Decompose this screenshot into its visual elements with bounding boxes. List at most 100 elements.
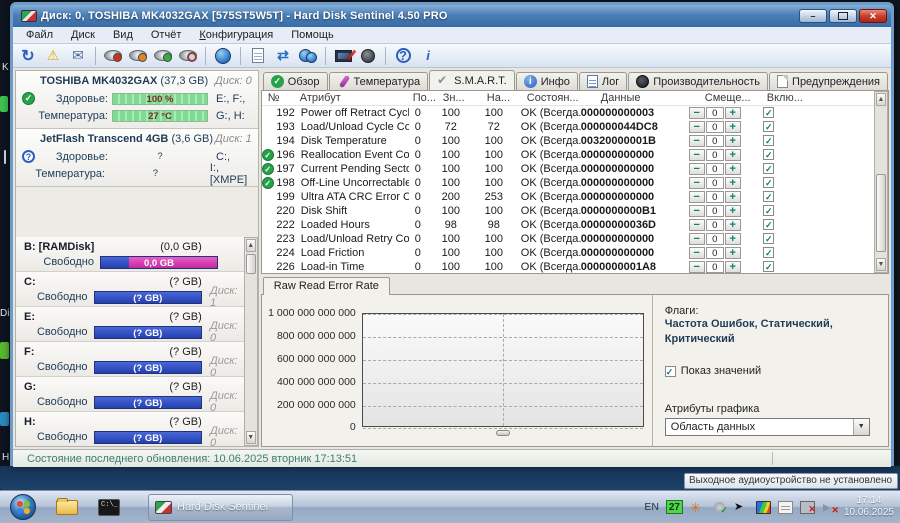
chevron-down-icon[interactable]: ▼ (852, 419, 869, 435)
info-icon[interactable]: i (417, 46, 439, 66)
menu-item-6[interactable]: Помощь (282, 28, 343, 42)
minus-button[interactable]: − (688, 107, 705, 119)
plus-button[interactable]: + (724, 233, 741, 245)
attribute-chart-tab[interactable]: Raw Read Error Rate (262, 277, 390, 296)
chart-slider-handle[interactable] (495, 430, 510, 437)
language-indicator[interactable]: EN (644, 501, 659, 513)
sync-icon[interactable]: ⇄ (272, 46, 294, 66)
disk-search-icon[interactable] (177, 46, 199, 66)
tab-performance[interactable]: Производительность (628, 72, 769, 90)
start-button[interactable] (10, 494, 36, 520)
globe-icon[interactable] (212, 46, 234, 66)
table-row[interactable]: ✓197Current Pending Sector...0100100OK (… (261, 162, 888, 176)
minus-button[interactable]: − (688, 135, 705, 147)
tab-thermometer[interactable]: Температура (328, 72, 429, 90)
smart-table-scrollbar[interactable]: ▲ ▼ (874, 91, 888, 274)
table-row[interactable]: 192 Power off Retract Cycle ... 0 100 100 OK … (262, 106, 888, 120)
graph-attributes-dropdown[interactable]: Область данных ▼ (664, 418, 870, 436)
table-row[interactable]: 226Load-in Time0100100OK (Всегда...00000… (262, 260, 888, 273)
volume-item[interactable]: G: (? GB) Свободно (? GB) Диск: 0 (16, 377, 244, 414)
pointer-tray-icon[interactable]: ➤ (734, 501, 749, 514)
minus-button[interactable]: − (688, 233, 705, 245)
tab-log[interactable]: Лог (578, 72, 628, 90)
enabled-checkbox[interactable]: ✓ (763, 177, 775, 188)
column-header[interactable]: Зн... (443, 92, 487, 104)
volume-list-scrollbar[interactable]: ▲ ▼ (243, 237, 258, 446)
window-titlebar[interactable]: Диск: 0, TOSHIBA MK4032GAX [575ST5W5T] -… (13, 5, 891, 27)
volume-item[interactable]: F: (? GB) Свободно (? GB) Диск: 0 (16, 342, 244, 379)
plus-button[interactable]: + (724, 149, 741, 161)
menu-item-4[interactable]: Отчёт (142, 28, 190, 42)
antivirus-tray-icon[interactable]: ✳ (690, 501, 705, 514)
menu-item-2[interactable]: Диск (62, 28, 104, 42)
network-disconnected-tray-icon[interactable] (799, 500, 816, 515)
enabled-checkbox[interactable]: ✓ (763, 233, 775, 244)
command-prompt-taskbar-button[interactable]: C:\_ (92, 494, 126, 520)
minus-button[interactable]: − (688, 191, 705, 203)
tab-info[interactable]: Инфо (515, 72, 578, 90)
scroll-down-icon[interactable]: ▼ (876, 258, 886, 272)
column-header[interactable]: Данные (601, 92, 705, 104)
column-header[interactable]: Состоян... (527, 92, 601, 104)
plus-button[interactable]: + (724, 121, 741, 133)
minus-button[interactable]: − (688, 247, 705, 259)
enabled-checkbox[interactable]: ✓ (763, 191, 775, 202)
audio-muted-tray-icon[interactable] (822, 501, 839, 516)
disk-summary[interactable]: Диск: 1 JetFlash Transcend 4GB (3,6 GB)? З… (16, 129, 258, 187)
maximize-button[interactable] (829, 9, 857, 23)
table-row[interactable]: 194Disk Temperature0100100OK (Всегда...0… (262, 134, 888, 148)
clock[interactable]: 17:14 10.06.2025 (844, 495, 894, 520)
column-header[interactable]: На... (487, 92, 527, 104)
plus-button[interactable]: + (724, 135, 741, 147)
table-row[interactable]: ✓196Reallocation Event Count0100100OK (В… (261, 148, 888, 162)
column-header[interactable]: Вклю... (767, 92, 811, 104)
notes-tray-icon[interactable] (777, 500, 793, 514)
volume-item[interactable]: E: (? GB) Свободно (? GB) Диск: 0 (16, 307, 244, 344)
scroll-up-icon[interactable]: ▲ (876, 93, 886, 106)
volume-item[interactable]: C: (? GB) Свободно (? GB) Диск: 1 (16, 272, 244, 309)
minus-button[interactable]: − (688, 177, 705, 189)
column-header[interactable]: Смеще... (705, 92, 767, 104)
minus-button[interactable]: − (688, 219, 705, 231)
explorer-taskbar-button[interactable] (50, 494, 84, 520)
disk-summary[interactable]: Диск: 0 TOSHIBA MK4032GAX (37,3 GB) ✓ Здоро… (16, 71, 258, 129)
minus-button[interactable]: − (688, 163, 705, 175)
scrollbar-thumb[interactable] (245, 254, 256, 274)
enabled-checkbox[interactable]: ✓ (763, 261, 775, 272)
shutdown-icon[interactable] (357, 46, 379, 66)
table-row[interactable]: 222Loaded Hours09898OK (Всегда...0000000… (262, 218, 888, 232)
plus-button[interactable]: + (724, 261, 741, 273)
minus-button[interactable]: − (688, 261, 705, 273)
disk-test-icon[interactable] (127, 46, 149, 66)
enabled-checkbox[interactable]: ✓ (763, 121, 775, 132)
monitor-edit-icon[interactable] (332, 46, 354, 66)
enabled-checkbox[interactable]: ✓ (763, 149, 775, 160)
close-button[interactable]: ✕ (859, 9, 887, 23)
plus-button[interactable]: + (724, 191, 741, 203)
volume-item[interactable]: H: (? GB) Свободно (? GB) Диск: 0 (16, 412, 244, 446)
menu-item-3[interactable]: Вид (104, 28, 142, 42)
minus-button[interactable]: − (688, 149, 705, 161)
volume-item[interactable]: B: [RAMDisk] (0,0 GB) Свободно 0,0 GB (16, 237, 244, 272)
plus-button[interactable]: + (724, 247, 741, 259)
update-tray-icon[interactable] (712, 501, 728, 516)
table-row[interactable]: ✓198Off-Line Uncorrectable ...0100100OK … (261, 176, 888, 190)
column-header[interactable]: По... (413, 92, 443, 104)
scrollbar-thumb[interactable] (876, 174, 886, 252)
column-header[interactable]: Атрибут (294, 92, 413, 104)
column-header[interactable]: № (262, 92, 294, 104)
disk-ok-icon[interactable] (152, 46, 174, 66)
disk-remove-icon[interactable] (102, 46, 124, 66)
plus-button[interactable]: + (724, 107, 741, 119)
refresh-icon[interactable]: ↻ (17, 46, 39, 66)
enabled-checkbox[interactable]: ✓ (763, 135, 775, 146)
scroll-up-icon[interactable]: ▲ (245, 239, 256, 252)
minus-button[interactable]: − (688, 205, 705, 217)
tab-smart[interactable]: S.M.A.R.T. (429, 70, 515, 90)
tab-overview[interactable]: Обзор (262, 72, 328, 90)
enabled-checkbox[interactable]: ✓ (763, 163, 775, 174)
mail-icon[interactable]: ✉ (67, 46, 89, 66)
enabled-checkbox[interactable]: ✓ (763, 205, 775, 216)
minimize-button[interactable]: – (799, 9, 827, 23)
enabled-checkbox[interactable]: ✓ (763, 107, 775, 118)
